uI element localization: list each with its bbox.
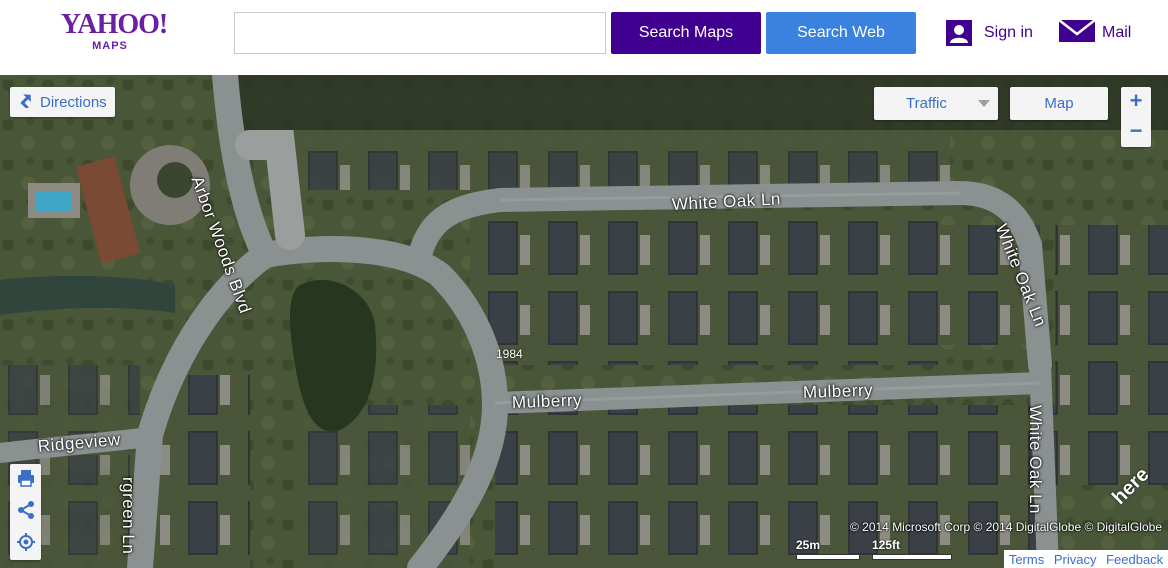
map-canvas[interactable]: Arbor Woods Blvd White Oak Ln White Oak … bbox=[0, 75, 1168, 568]
yahoo-maps-logo[interactable]: YAHOO! MAPS bbox=[56, 10, 172, 54]
map-type-button[interactable]: Map bbox=[1010, 87, 1108, 120]
header: YAHOO! MAPS Search Maps Search Web Sign … bbox=[0, 0, 1168, 75]
search-web-button[interactable]: Search Web bbox=[766, 12, 916, 54]
print-button[interactable] bbox=[10, 464, 41, 496]
copyright-text: © 2014 Microsoft Corp © 2014 DigitalGlob… bbox=[849, 520, 1162, 534]
scale-metric-bar bbox=[796, 554, 860, 560]
map-footer-links: Terms Privacy Feedback bbox=[1004, 550, 1168, 568]
zoom-in-button[interactable]: + bbox=[1121, 87, 1151, 117]
map-tools bbox=[10, 464, 41, 560]
traffic-dropdown[interactable]: Traffic bbox=[874, 87, 998, 120]
street-label-mulberry-left: Mulberry bbox=[511, 390, 583, 412]
directions-icon bbox=[18, 92, 34, 112]
terms-link[interactable]: Terms bbox=[1009, 552, 1044, 567]
print-icon bbox=[16, 468, 36, 492]
locate-icon bbox=[16, 532, 36, 556]
feedback-link[interactable]: Feedback bbox=[1106, 552, 1163, 567]
logo-sub-text: MAPS bbox=[92, 40, 128, 52]
zoom-control: + − bbox=[1121, 87, 1151, 147]
directions-label: Directions bbox=[40, 93, 107, 111]
scale-metric: 25m bbox=[796, 538, 860, 560]
privacy-link[interactable]: Privacy bbox=[1054, 552, 1097, 567]
chevron-down-icon bbox=[978, 100, 990, 107]
sign-in-link[interactable]: Sign in bbox=[946, 19, 1033, 47]
street-label-evergreen: rgreen Ln bbox=[119, 477, 138, 555]
mail-link[interactable]: Mail bbox=[1058, 18, 1132, 49]
map-type-label: Map bbox=[1044, 95, 1074, 112]
address-number-label: 1984 bbox=[496, 347, 523, 361]
search-maps-button[interactable]: Search Maps bbox=[611, 12, 761, 54]
mail-label: Mail bbox=[1102, 24, 1132, 41]
locate-button[interactable] bbox=[10, 528, 41, 560]
street-label-mulberry-right: Mulberry bbox=[802, 380, 874, 402]
person-icon bbox=[946, 20, 972, 46]
share-button[interactable] bbox=[10, 496, 41, 528]
share-icon bbox=[16, 500, 36, 524]
street-label-white-oak-far: White Oak Ln bbox=[1026, 405, 1045, 514]
zoom-out-button[interactable]: − bbox=[1121, 117, 1151, 147]
scale-imperial: 125ft bbox=[872, 538, 952, 560]
aerial-imagery bbox=[0, 75, 1168, 568]
traffic-label: Traffic bbox=[906, 95, 947, 112]
mail-icon bbox=[1058, 18, 1096, 49]
scale-metric-label: 25m bbox=[796, 538, 821, 552]
directions-button[interactable]: Directions bbox=[10, 87, 115, 117]
scale-imperial-bar bbox=[872, 554, 952, 560]
logo-main-text: YAHOO! bbox=[60, 9, 169, 40]
sign-in-label: Sign in bbox=[984, 24, 1033, 41]
search-input[interactable] bbox=[234, 12, 606, 54]
scale-imperial-label: 125ft bbox=[872, 538, 901, 552]
